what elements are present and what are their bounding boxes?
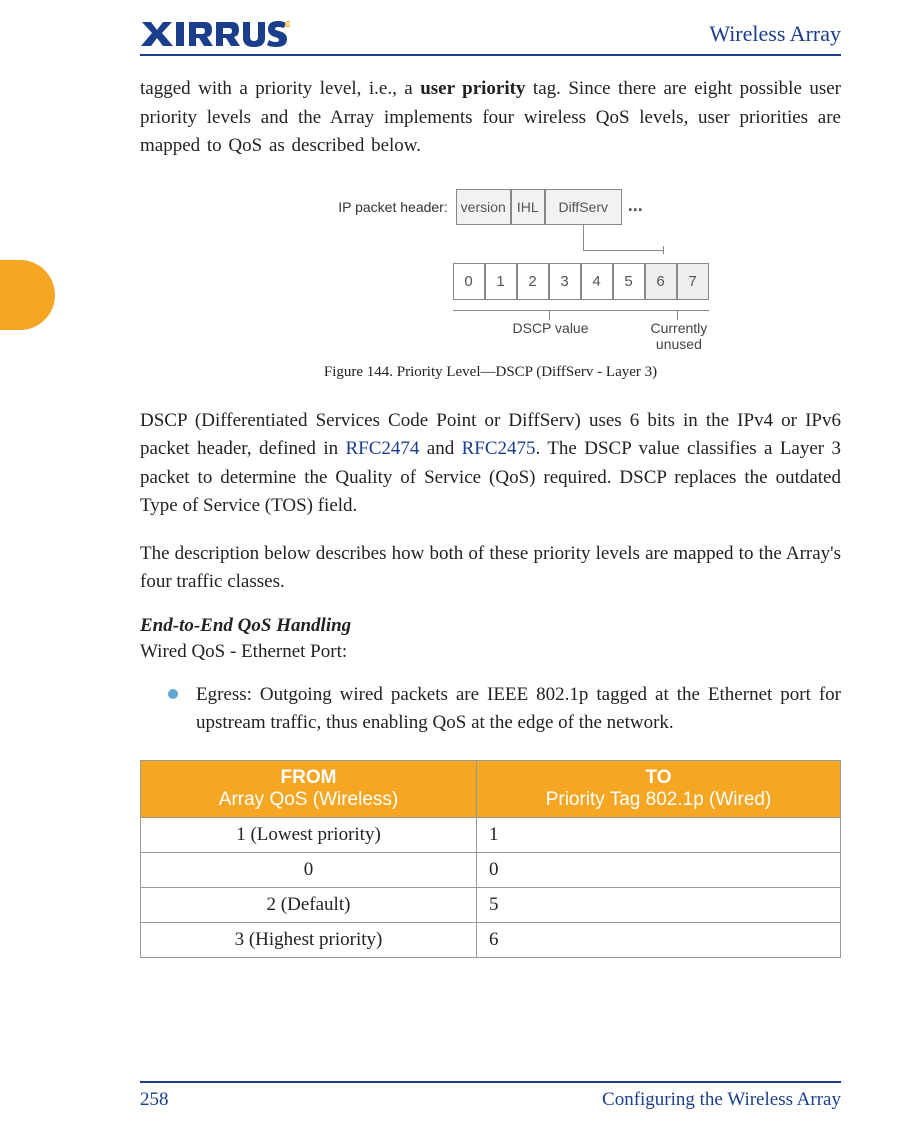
section-sub: Wired QoS - Ethernet Port: bbox=[140, 641, 841, 663]
svg-text:R: R bbox=[286, 23, 290, 28]
cell-diffserv: DiffServ bbox=[545, 189, 622, 225]
doc-title: Wireless Array bbox=[709, 21, 841, 47]
page-header: R Wireless Array bbox=[140, 20, 841, 56]
bit-6: 6 bbox=[645, 263, 677, 300]
table-row: 1 (Lowest priority) 1 bbox=[141, 817, 841, 852]
footer-section: Configuring the Wireless Array bbox=[602, 1089, 841, 1111]
bit-5: 5 bbox=[613, 263, 645, 300]
figure-caption: Figure 144. Priority Level—DSCP (DiffSer… bbox=[140, 364, 841, 381]
link-rfc2475[interactable]: RFC2475 bbox=[462, 438, 536, 459]
bit-0: 0 bbox=[453, 263, 485, 300]
paragraph-3: The description below describes how both… bbox=[140, 540, 841, 597]
bit-2: 2 bbox=[517, 263, 549, 300]
cell-version: version bbox=[456, 189, 511, 225]
section-header: End-to-End QoS Handling bbox=[140, 615, 841, 637]
bit-3: 3 bbox=[549, 263, 581, 300]
para1-bold: user priority bbox=[420, 78, 525, 99]
table-row: 0 0 bbox=[141, 852, 841, 887]
dots-icon: ... bbox=[622, 189, 643, 225]
table-row: 3 (Highest priority) 6 bbox=[141, 922, 841, 957]
page-number: 258 bbox=[140, 1089, 169, 1111]
bit-1: 1 bbox=[485, 263, 517, 300]
bullet-icon bbox=[168, 689, 178, 699]
paragraph-1: tagged with a priority level, i.e., a us… bbox=[140, 75, 841, 161]
figure-diagram: IP packet header: version IHL DiffServ .… bbox=[140, 189, 841, 340]
table-header-to: TO Priority Tag 802.1p (Wired) bbox=[477, 760, 841, 817]
byte-row: 0 1 2 3 4 5 6 7 bbox=[453, 263, 709, 300]
page-footer: 258 Configuring the Wireless Array bbox=[140, 1081, 841, 1111]
paragraph-2: DSCP (Differentiated Services Code Point… bbox=[140, 407, 841, 521]
cell-ihl: IHL bbox=[511, 189, 545, 225]
para1-a: tagged with a priority level, i.e., a bbox=[140, 78, 420, 99]
side-tab bbox=[0, 260, 55, 330]
logo-xirrus: R bbox=[140, 20, 290, 48]
ip-header-label: IP packet header: bbox=[338, 189, 455, 225]
bullet-text: Egress: Outgoing wired packets are IEEE … bbox=[196, 681, 841, 738]
table-header-from: FROM Array QoS (Wireless) bbox=[141, 760, 477, 817]
bit-4: 4 bbox=[581, 263, 613, 300]
unused-label-1: Currently bbox=[651, 320, 708, 336]
qos-mapping-table: FROM Array QoS (Wireless) TO Priority Ta… bbox=[140, 760, 841, 958]
bit-7: 7 bbox=[677, 263, 709, 300]
unused-label-2: unused bbox=[656, 336, 702, 352]
table-row: 2 (Default) 5 bbox=[141, 887, 841, 922]
dscp-value-label: DSCP value bbox=[513, 320, 589, 336]
link-rfc2474[interactable]: RFC2474 bbox=[345, 438, 419, 459]
bullet-item: Egress: Outgoing wired packets are IEEE … bbox=[140, 681, 841, 738]
para2-b: and bbox=[419, 438, 461, 459]
